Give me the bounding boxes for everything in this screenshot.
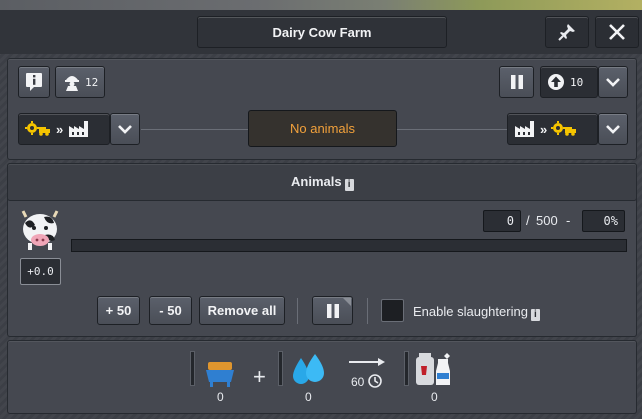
building-info-button[interactable] — [18, 66, 50, 98]
animals-divider-2 — [367, 298, 368, 324]
factory-icon — [515, 121, 534, 137]
capacity-dash: - — [566, 213, 571, 228]
chevron-down-icon — [118, 125, 132, 134]
enable-slaughtering-label[interactable]: Enable slaughtering i — [413, 304, 540, 321]
animals-divider — [297, 298, 298, 324]
input1-buffer-bar — [190, 351, 195, 386]
logistics-connector-left — [141, 129, 248, 130]
clock-icon — [368, 374, 382, 388]
workers-button[interactable]: 12 — [55, 66, 105, 98]
growth-rate: +0.0 — [27, 265, 54, 278]
close-icon — [609, 24, 625, 40]
corner-mark-icon — [343, 298, 351, 306]
pause-building-button[interactable] — [499, 66, 534, 98]
output-amount: 0 — [431, 390, 438, 404]
slaughter-info-icon[interactable]: i — [530, 309, 540, 321]
remove-all-button[interactable]: Remove all — [199, 296, 285, 325]
animal-count: 0 — [506, 214, 514, 228]
recipe-arrow-icon — [348, 357, 386, 367]
status-text: No animals — [289, 121, 356, 136]
output-buffer-bar — [404, 351, 409, 386]
recipe-duration: 60 — [351, 375, 365, 389]
enable-slaughtering-checkbox[interactable] — [381, 299, 404, 322]
window-title: Dairy Cow Farm — [197, 16, 447, 48]
worker-icon — [65, 76, 79, 91]
info-icon — [26, 73, 42, 91]
double-chevron-right-icon: » — [56, 121, 64, 137]
status-indicator: No animals — [248, 110, 397, 147]
gear-truck-icon — [551, 121, 577, 136]
input2-amount: 0 — [305, 390, 312, 404]
animal-capacity-bar — [71, 239, 627, 252]
world-background-strip — [0, 0, 642, 10]
upgrade-arrow-icon — [548, 74, 564, 90]
enable-slaughtering-text: Enable slaughtering — [413, 304, 528, 319]
recipe-plus: + — [253, 364, 266, 389]
add-50-button[interactable]: + 50 — [97, 296, 140, 325]
animal-percent-field[interactable]: 0% — [582, 210, 625, 232]
upgrade-level: 10 — [570, 75, 584, 89]
cow-icon — [17, 207, 63, 251]
double-chevron-right-icon: » — [540, 121, 548, 137]
animal-feed-icon — [204, 360, 236, 388]
animal-percent: 0% — [603, 214, 618, 228]
animals-title-text: Animals — [291, 174, 342, 189]
animal-count-field[interactable]: 0 — [483, 210, 521, 232]
animal-capacity: 500 — [536, 213, 558, 228]
input-logistics-dropdown-button[interactable] — [110, 113, 140, 145]
factory-icon — [69, 121, 89, 137]
input-logistics-field[interactable]: » — [18, 113, 110, 145]
output-logistics-field[interactable]: » — [507, 113, 598, 145]
output-logistics-dropdown-button[interactable] — [598, 113, 628, 145]
pause-breeding-button[interactable] — [312, 296, 353, 325]
priority-dropdown-button[interactable] — [598, 66, 628, 98]
pause-icon — [326, 303, 339, 318]
growth-rate-field: +0.0 — [20, 258, 61, 285]
count-separator: / — [526, 213, 530, 228]
milk-meat-icon — [414, 351, 456, 389]
water-icon — [289, 352, 327, 388]
logistics-connector-right — [397, 129, 507, 130]
remove-50-label: - 50 — [159, 303, 182, 318]
upgrade-priority-field[interactable]: 10 — [540, 66, 598, 98]
animals-info-icon[interactable]: i — [344, 179, 354, 191]
chevron-down-icon — [606, 125, 620, 134]
pin-button[interactable] — [545, 16, 589, 48]
remove-50-button[interactable]: - 50 — [149, 296, 192, 325]
pause-icon — [510, 75, 523, 89]
remove-all-label: Remove all — [207, 303, 277, 318]
add-50-label: + 50 — [105, 303, 132, 318]
animals-title: Animals i — [291, 174, 354, 191]
gear-truck-icon — [25, 121, 50, 136]
window-title-text: Dairy Cow Farm — [272, 24, 372, 40]
pin-icon — [558, 24, 575, 41]
input1-amount: 0 — [217, 390, 224, 404]
workers-count: 12 — [85, 75, 99, 89]
chevron-down-icon — [606, 78, 620, 87]
close-button[interactable] — [595, 16, 639, 48]
input2-buffer-bar — [278, 351, 283, 386]
